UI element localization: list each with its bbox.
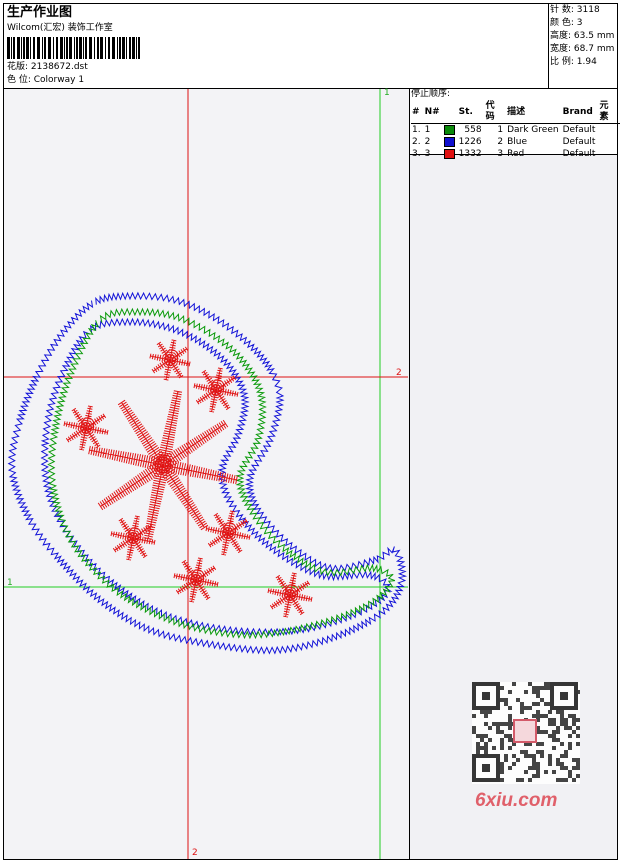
flower-bottom [173, 557, 219, 603]
guide-label-h2: 2 [396, 368, 402, 378]
flower-right [205, 510, 251, 556]
flower-left [63, 405, 109, 451]
flower-top [149, 339, 191, 381]
guide-label-h1: 1 [7, 578, 13, 588]
qr-code [472, 682, 580, 784]
flower-top-right [193, 367, 239, 413]
guide-label-v2: 2 [192, 848, 198, 858]
watermark-text: 6xiu.com [475, 790, 558, 811]
flower-bottom-right [267, 572, 313, 618]
guide-label-v1: 1 [384, 88, 390, 98]
inner-blue-outline [40, 317, 393, 637]
flower-large-center [88, 390, 238, 540]
